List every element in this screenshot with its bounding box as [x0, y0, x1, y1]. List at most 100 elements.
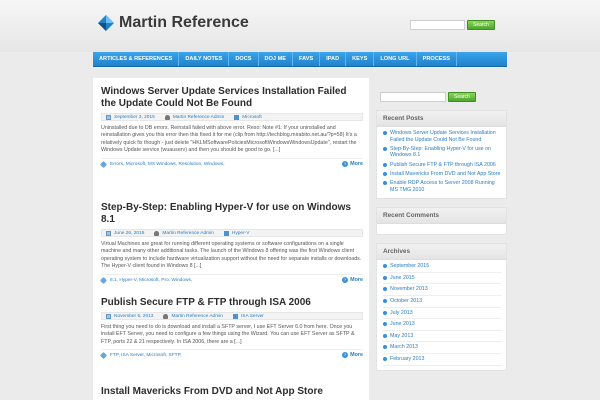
- list-item[interactable]: Windows Server Update Services Installat…: [383, 130, 502, 143]
- archive-link[interactable]: June 2013: [390, 321, 415, 327]
- list-item[interactable]: Step-By-Step: Enabling Hyper-V for use o…: [383, 146, 502, 159]
- post-title[interactable]: Windows Server Update Services Installat…: [101, 86, 363, 110]
- user-icon: [164, 114, 170, 120]
- folder-icon: [223, 230, 229, 236]
- post-category[interactable]: Hyper-V: [232, 231, 250, 236]
- recent-post-link[interactable]: Windows Server Update Services Installat…: [390, 130, 496, 143]
- archive-link[interactable]: November 2013: [390, 286, 428, 292]
- comments-empty-area: [377, 224, 506, 234]
- archive-link[interactable]: March 2013: [390, 344, 418, 350]
- recent-post-link[interactable]: Install Mavericks From DVD and Not App S…: [390, 171, 500, 177]
- archive-item[interactable]: October 2013: [383, 298, 502, 308]
- header-search: Search: [410, 20, 495, 30]
- calendar-icon: [106, 230, 111, 236]
- bullet-icon: [383, 333, 387, 338]
- nav-item-favs[interactable]: FAVS: [293, 52, 321, 66]
- list-item[interactable]: Enable RDP Access to Server 2008 Running…: [383, 180, 502, 193]
- user-icon: [154, 230, 160, 236]
- more-link[interactable]: › More: [342, 160, 363, 167]
- post-author[interactable]: Martin Reference Admin: [171, 314, 222, 319]
- archive-item[interactable]: March 2013: [383, 344, 502, 354]
- archive-link[interactable]: February 2013: [390, 356, 424, 362]
- list-item[interactable]: Publish Secure FTP & FTP through ISA 200…: [383, 162, 502, 169]
- more-label: More: [350, 352, 363, 359]
- site-logo[interactable]: Martin Reference: [98, 14, 249, 32]
- nav-item-long-url[interactable]: LONG URL: [374, 52, 417, 66]
- post-date[interactable]: November 5, 2013: [114, 314, 153, 319]
- tag-icon: [99, 352, 108, 360]
- sidebar-search-button[interactable]: Search: [448, 92, 476, 102]
- archive-item[interactable]: July 2013: [383, 310, 502, 320]
- post-date[interactable]: June 26, 2015: [114, 231, 144, 236]
- post-title[interactable]: Publish Secure FTP & FTP through ISA 200…: [101, 297, 363, 309]
- more-label: More: [350, 160, 363, 167]
- archive-item[interactable]: June 2013: [383, 321, 502, 331]
- more-link[interactable]: › More: [342, 276, 363, 283]
- archive-link[interactable]: June 2015: [390, 275, 415, 281]
- bullet-icon: [383, 146, 387, 151]
- recent-post-link[interactable]: Step-By-Step: Enabling Hyper-V for use o…: [390, 146, 491, 159]
- archive-link[interactable]: July 2013: [390, 310, 413, 316]
- tag-icon: [99, 160, 108, 168]
- more-link[interactable]: › More: [342, 352, 363, 359]
- archive-link[interactable]: October 2013: [390, 298, 422, 304]
- archive-link[interactable]: September 2015: [390, 263, 429, 269]
- post-title[interactable]: Install Mavericks From DVD and Not App S…: [101, 386, 363, 398]
- more-label: More: [350, 276, 363, 283]
- post-excerpt: First thing you need to do is download a…: [101, 324, 355, 345]
- header-search-button[interactable]: Search: [467, 20, 495, 30]
- sidebar-search: Search: [380, 92, 507, 102]
- bullet-icon: [383, 322, 387, 327]
- header-search-input[interactable]: [410, 20, 465, 30]
- post-date[interactable]: September 3, 2015: [114, 115, 155, 120]
- sidebar-search-input[interactable]: [380, 92, 446, 102]
- bullet-icon: [383, 310, 387, 315]
- archive-link[interactable]: May 2013: [390, 333, 413, 339]
- post-tag-list[interactable]: FTP, ISA Server, Microsoft, SFTP,: [110, 353, 182, 358]
- archive-item[interactable]: June 2015: [383, 275, 502, 285]
- archive-item[interactable]: November 2013: [383, 286, 502, 296]
- post-category[interactable]: ISA Server: [241, 314, 264, 319]
- sidebar: Search Recent Posts Windows Server Updat…: [376, 78, 507, 371]
- nav-item-keys[interactable]: KEYS: [346, 52, 375, 66]
- post-tag-list[interactable]: 8.1, Hyper-V, Microsoft, Pro, Windows,: [110, 278, 192, 283]
- folder-icon: [232, 313, 238, 319]
- post-author[interactable]: Martin Reference Admin: [162, 231, 213, 236]
- nav-item-doj-me[interactable]: DOJ ME: [259, 52, 293, 66]
- folder-icon: [234, 114, 240, 120]
- bullet-icon: [383, 345, 387, 350]
- list-item[interactable]: Install Mavericks From DVD and Not App S…: [383, 171, 502, 178]
- recent-post-link[interactable]: Enable RDP Access to Server 2008 Running…: [390, 180, 495, 193]
- site-title[interactable]: Martin Reference: [119, 14, 249, 32]
- bullet-icon: [383, 356, 387, 361]
- post-tags: Errors, Microsoft, MS Windows, Resolutio…: [99, 157, 363, 168]
- nav-item-articles[interactable]: ARTICLES & REFERENCES: [93, 52, 180, 66]
- post-mavericks: Install Mavericks From DVD and Not App S…: [101, 386, 363, 398]
- post-wsus: Windows Server Update Services Installat…: [99, 86, 363, 168]
- post-tag-list[interactable]: Errors, Microsoft, MS Windows, Resolutio…: [110, 162, 225, 167]
- post-tags: 8.1, Hyper-V, Microsoft, Pro, Windows, ›…: [99, 273, 363, 284]
- post-hyper-v: Step-By-Step: Enabling Hyper-V for use o…: [99, 202, 363, 284]
- post-excerpt: Uninstalled due to DB errors. Reinstall …: [101, 125, 357, 154]
- post-title[interactable]: Step-By-Step: Enabling Hyper-V for use o…: [101, 202, 363, 226]
- recent-comments-widget: Recent Comments: [376, 207, 507, 236]
- nav-item-process[interactable]: PROCESS: [417, 52, 457, 66]
- post-author[interactable]: Martin Reference Admin: [173, 115, 224, 120]
- post-meta: June 26, 2015 Martin Reference Admin Hyp…: [101, 229, 363, 237]
- post-tags: FTP, ISA Server, Microsoft, SFTP, › More: [99, 349, 363, 360]
- bullet-icon: [383, 162, 387, 167]
- recent-post-link[interactable]: Publish Secure FTP & FTP through ISA 200…: [390, 162, 496, 168]
- main-content: Windows Server Update Services Installat…: [93, 78, 369, 400]
- archive-item[interactable]: September 2015: [383, 263, 502, 273]
- nav-item-ipad[interactable]: IPAD: [320, 52, 347, 66]
- more-arrow-icon: ›: [342, 352, 349, 359]
- post-secure-ftp: Publish Secure FTP & FTP through ISA 200…: [99, 297, 363, 360]
- more-arrow-icon: ›: [342, 160, 349, 167]
- nav-item-daily-notes[interactable]: DAILY NOTES: [179, 52, 230, 66]
- archive-item[interactable]: February 2013: [383, 356, 502, 366]
- post-category[interactable]: Microsoft: [242, 115, 261, 120]
- post-meta: September 3, 2015 Martin Reference Admin…: [101, 113, 363, 121]
- nav-item-docs[interactable]: DOCS: [229, 52, 259, 66]
- post-meta: November 5, 2013 Martin Reference Admin …: [101, 312, 363, 320]
- archive-item[interactable]: May 2013: [383, 333, 502, 343]
